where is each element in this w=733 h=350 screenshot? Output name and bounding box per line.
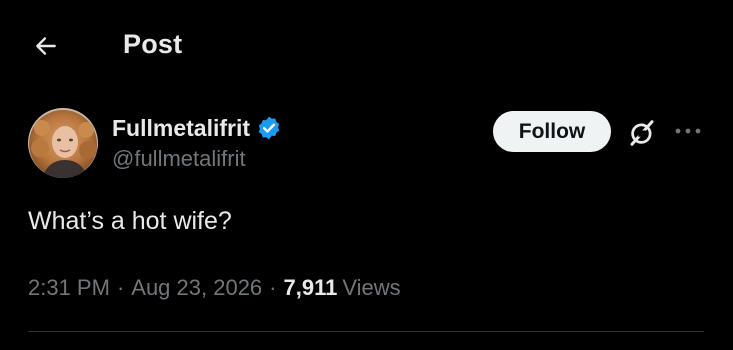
tweet-time[interactable]: 2:31 PM: [28, 275, 110, 301]
back-button[interactable]: [28, 28, 64, 64]
more-options-button[interactable]: [671, 116, 705, 146]
meta-separator: ·: [116, 275, 125, 300]
author-names: Fullmetalifrit @fullmetalifrit: [112, 113, 282, 172]
meta-separator: ·: [269, 275, 277, 300]
author-row: Fullmetalifrit @fullmetalifrit Follow: [28, 108, 708, 180]
page-title: Post: [123, 29, 183, 59]
tweet-text: What’s a hot wife?: [28, 207, 232, 235]
display-name[interactable]: Fullmetalifrit: [112, 115, 250, 142]
tweet-date[interactable]: Aug 23, 2026: [131, 275, 262, 301]
top-bar: Post: [0, 0, 733, 90]
views-count[interactable]: 7,911: [284, 275, 338, 301]
tweet-meta: 2:31 PM · Aug 23, 2026 · 7,911 Views: [28, 275, 401, 301]
avatar[interactable]: [28, 108, 98, 178]
arrow-left-icon: [36, 37, 56, 55]
grok-button[interactable]: [625, 116, 659, 150]
handle[interactable]: @fullmetalifrit: [112, 146, 282, 172]
views-label: Views: [342, 275, 401, 300]
display-name-row: Fullmetalifrit: [112, 113, 282, 143]
avatar-photo: [28, 108, 98, 178]
divider: [28, 331, 704, 332]
verified-badge-icon: [256, 115, 282, 141]
follow-button[interactable]: Follow: [493, 111, 611, 152]
more-horizontal-icon: [675, 128, 701, 134]
grok-icon: [630, 120, 654, 146]
